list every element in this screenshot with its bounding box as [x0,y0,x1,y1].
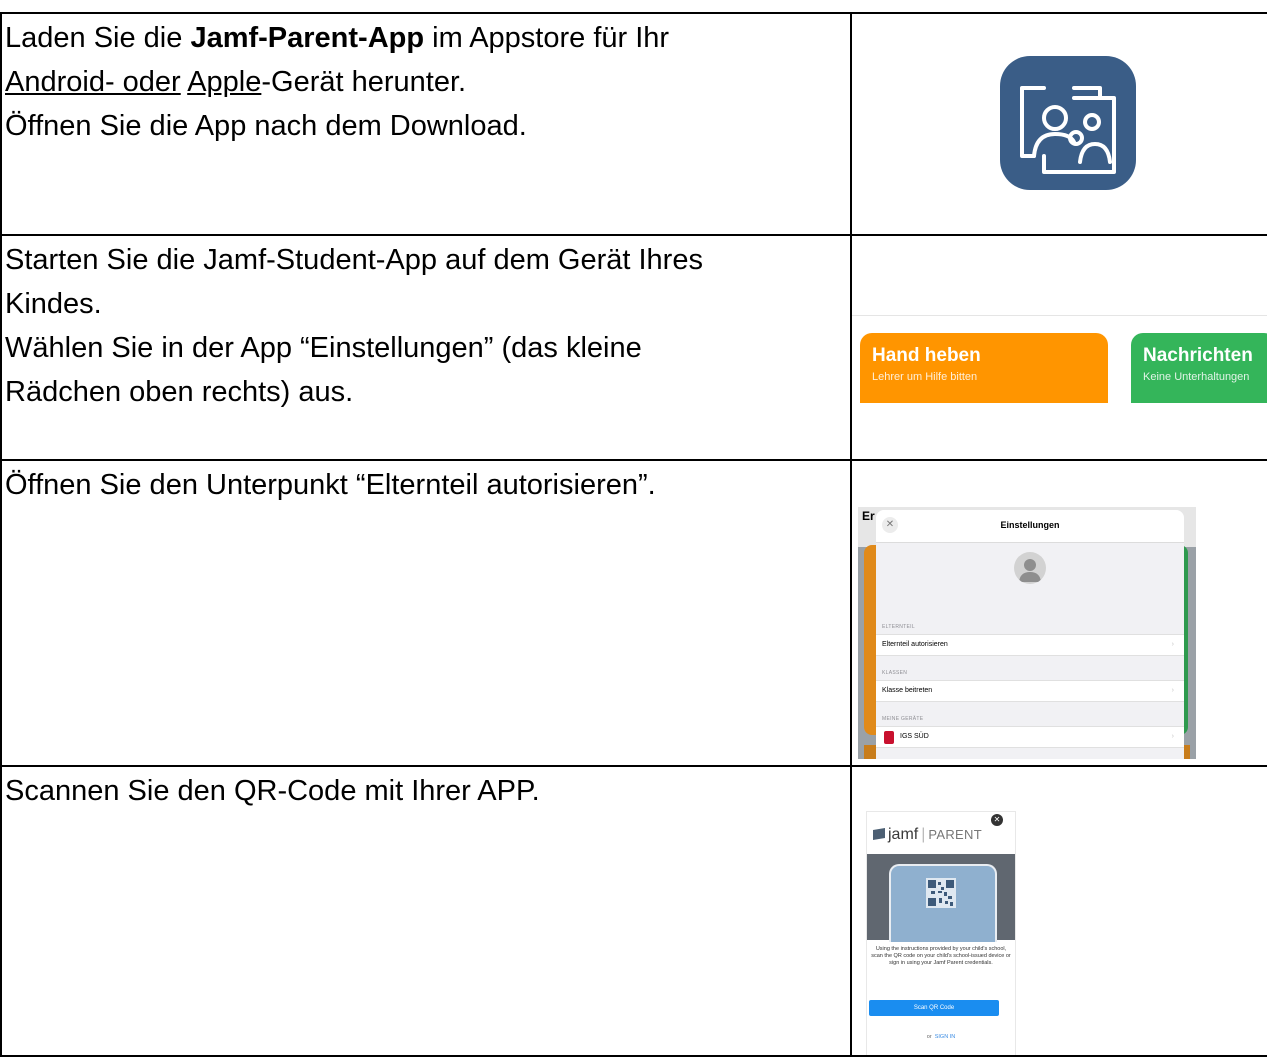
step-3-image: Er ✕ Einstellungen ELTERNTEIL Elternteil… [850,459,1267,767]
hand-heben-tile[interactable]: Hand heben Lehrer um Hilfe bitten [860,333,1108,403]
jamf-parent-app-icon [1000,56,1136,190]
section-header-klassen: KLASSEN [882,670,908,676]
step-2-line-4: Rädchen oben rechts) aus. [5,376,354,408]
chevron-right-icon: › [1171,641,1174,648]
instruction-table: Laden Sie die Jamf-Parent-App im Appstor… [0,12,1267,1057]
student-app-screenshot: Hand heben Lehrer um Hilfe bitten Nachri… [853,306,1267,428]
close-icon[interactable]: ✕ [991,814,1003,826]
step-1-line-2: Android- oder Apple-Gerät herunter. [5,66,467,98]
elternteil-autorisieren-item[interactable]: Elternteil autorisieren › [876,634,1184,656]
chevron-right-icon: › [1171,687,1174,694]
person-icon [1019,559,1041,582]
step-1-line-3: Öffnen Sie die App nach dem Download. [5,110,527,142]
divider [853,315,1267,316]
step-3-text: Öffnen Sie den Unterpunkt “Elternteil au… [0,459,852,767]
settings-screenshot: Er ✕ Einstellungen ELTERNTEIL Elternteil… [858,507,1196,759]
jamf-logo-icon [873,827,885,841]
step-4-image: jamf | PARENT ✕ Using the instructions p… [850,765,1267,1057]
step-row-2: Starten Sie die Jamf-Student-App auf dem… [0,234,1267,461]
section-header-meine-geraete: MEINE GERÄTE [882,716,924,722]
step-row-3: Öffnen Sie den Unterpunkt “Elternteil au… [0,459,1267,767]
avatar [1014,552,1046,584]
step-4-line-1: Scannen Sie den QR-Code mit Ihrer APP. [5,775,540,807]
parent-teacher-icon [1020,86,1116,174]
sign-in-line: or SIGN IN [926,1034,956,1040]
step-row-4: Scannen Sie den QR-Code mit Ihrer APP. j… [0,765,1267,1057]
step-1-text: Laden Sie die Jamf-Parent-App im Appstor… [0,12,852,236]
chevron-right-icon: › [1171,733,1174,740]
scan-qr-code-button[interactable]: Scan QR Code [869,1000,999,1016]
apple-link[interactable]: Apple [187,66,261,98]
background-title: Er [862,509,875,523]
settings-header: ✕ Einstellungen [876,510,1184,543]
jamf-parent-header: jamf | PARENT ✕ [867,812,1015,854]
step-row-1: Laden Sie die Jamf-Parent-App im Appstor… [0,12,1267,236]
device-item[interactable]: IGS SÜD › [876,726,1184,748]
jamf-parent-logo: jamf | PARENT [873,826,982,844]
jamf-parent-screenshot: jamf | PARENT ✕ Using the instructions p… [866,811,1016,1054]
step-2-text: Starten Sie die Jamf-Student-App auf dem… [0,234,852,461]
sign-in-link[interactable]: SIGN IN [935,1034,955,1040]
step-2-line-1: Starten Sie die Jamf-Student-App auf dem… [5,244,703,276]
phone-illustration [889,864,997,942]
settings-title: Einstellungen [1000,520,1060,530]
android-link[interactable]: Android- oder [5,66,181,98]
nachrichten-tile[interactable]: Nachrichten Keine Unterhaltungen [1131,333,1267,403]
klasse-beitreten-item[interactable]: Klasse beitreten › [876,680,1184,702]
step-2-image: Hand heben Lehrer um Hilfe bitten Nachri… [850,234,1267,461]
step-2-line-3: Wählen Sie in der App “Einstellungen” (d… [5,332,642,364]
app-name: Jamf-Parent-App [190,22,425,54]
step-1-line-1: Laden Sie die Jamf-Parent-App im Appstor… [5,22,670,54]
settings-panel: ✕ Einstellungen ELTERNTEIL Elternteil au… [876,510,1184,759]
step-3-line-1: Öffnen Sie den Unterpunkt “Elternteil au… [5,469,656,501]
qr-illustration [867,854,1015,942]
step-2-line-2: Kindes. [5,288,102,320]
qr-code-icon [926,878,956,908]
phone-icon [884,731,894,744]
step-1-image [850,12,1267,236]
section-header-elternteil: ELTERNTEIL [882,624,915,630]
instructions-text: Using the instructions provided by your … [871,946,1011,966]
step-4-text: Scannen Sie den QR-Code mit Ihrer APP. [0,765,852,1057]
